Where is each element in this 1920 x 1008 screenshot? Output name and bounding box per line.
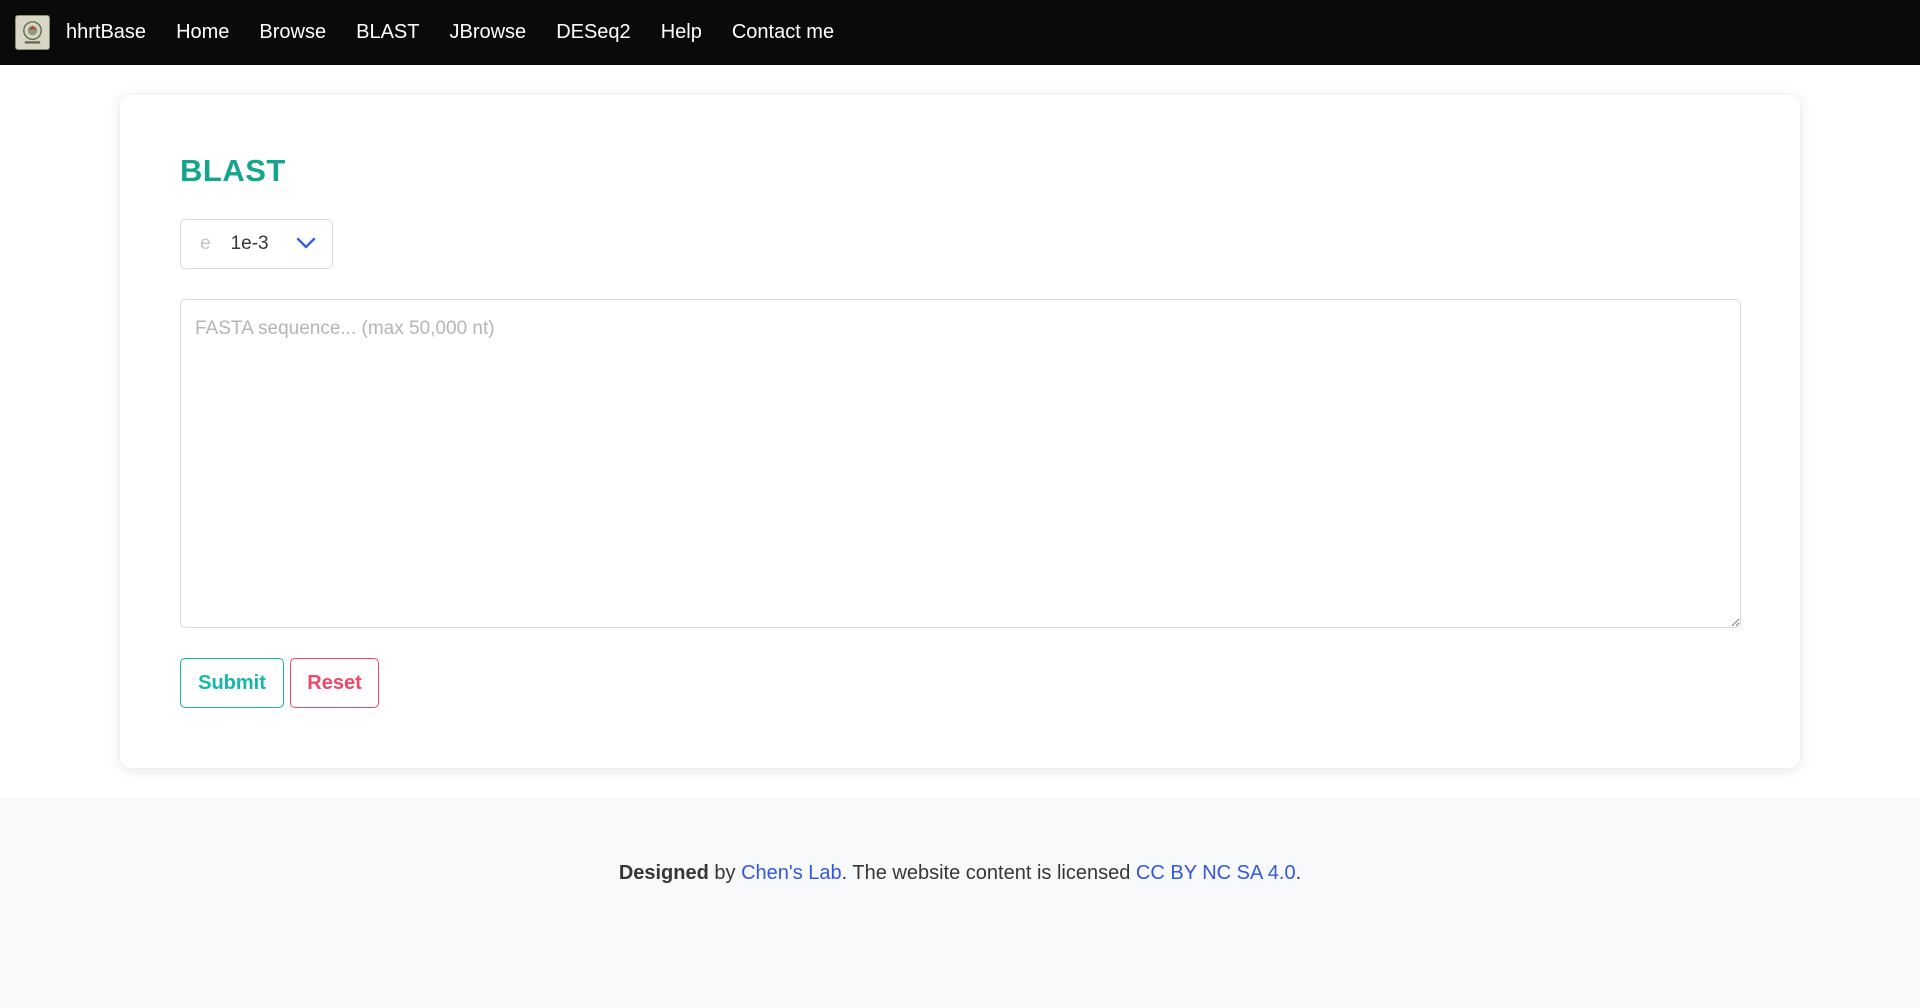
footer-license-link[interactable]: CC BY NC SA 4.0 [1136,862,1296,884]
page-title: BLAST [180,153,286,188]
page-footer: Designed by Chen's Lab. The website cont… [0,798,1920,1008]
nav-item-home[interactable]: Home [176,21,229,44]
blast-card: BLAST e 1e-3 Submit Reset [120,95,1800,768]
nav-item-contact[interactable]: Contact me [732,21,834,44]
nav-brand[interactable]: hhrtBase [66,21,146,44]
footer-middle: . The website content is licensed [841,862,1136,884]
nav-item-browse[interactable]: Browse [259,21,326,44]
footer-end: . [1295,862,1302,884]
footer-by: by [708,862,742,884]
footer-text: Designed by Chen's Lab. The website cont… [619,862,1301,1008]
nav-item-blast[interactable]: BLAST [356,21,419,44]
site-logo-icon[interactable] [15,15,50,50]
fasta-sequence-input[interactable] [180,299,1741,628]
seal-icon [23,21,42,44]
chevron-down-icon [296,237,316,249]
nav-item-deseq2[interactable]: DESeq2 [556,21,631,44]
evalue-selected-value: 1e-3 [230,233,269,254]
evalue-select[interactable]: e 1e-3 [180,219,333,269]
footer-designed: Designed [618,862,709,884]
nav-item-jbrowse[interactable]: JBrowse [449,21,526,44]
nav-item-help[interactable]: Help [661,21,702,44]
footer-lab-link[interactable]: Chen's Lab [741,862,842,884]
top-navbar: hhrtBase Home Browse BLAST JBrowse DESeq… [0,0,1920,65]
submit-button[interactable]: Submit [180,658,284,708]
reset-button[interactable]: Reset [290,658,379,708]
evalue-prefix-label: e [200,233,211,254]
